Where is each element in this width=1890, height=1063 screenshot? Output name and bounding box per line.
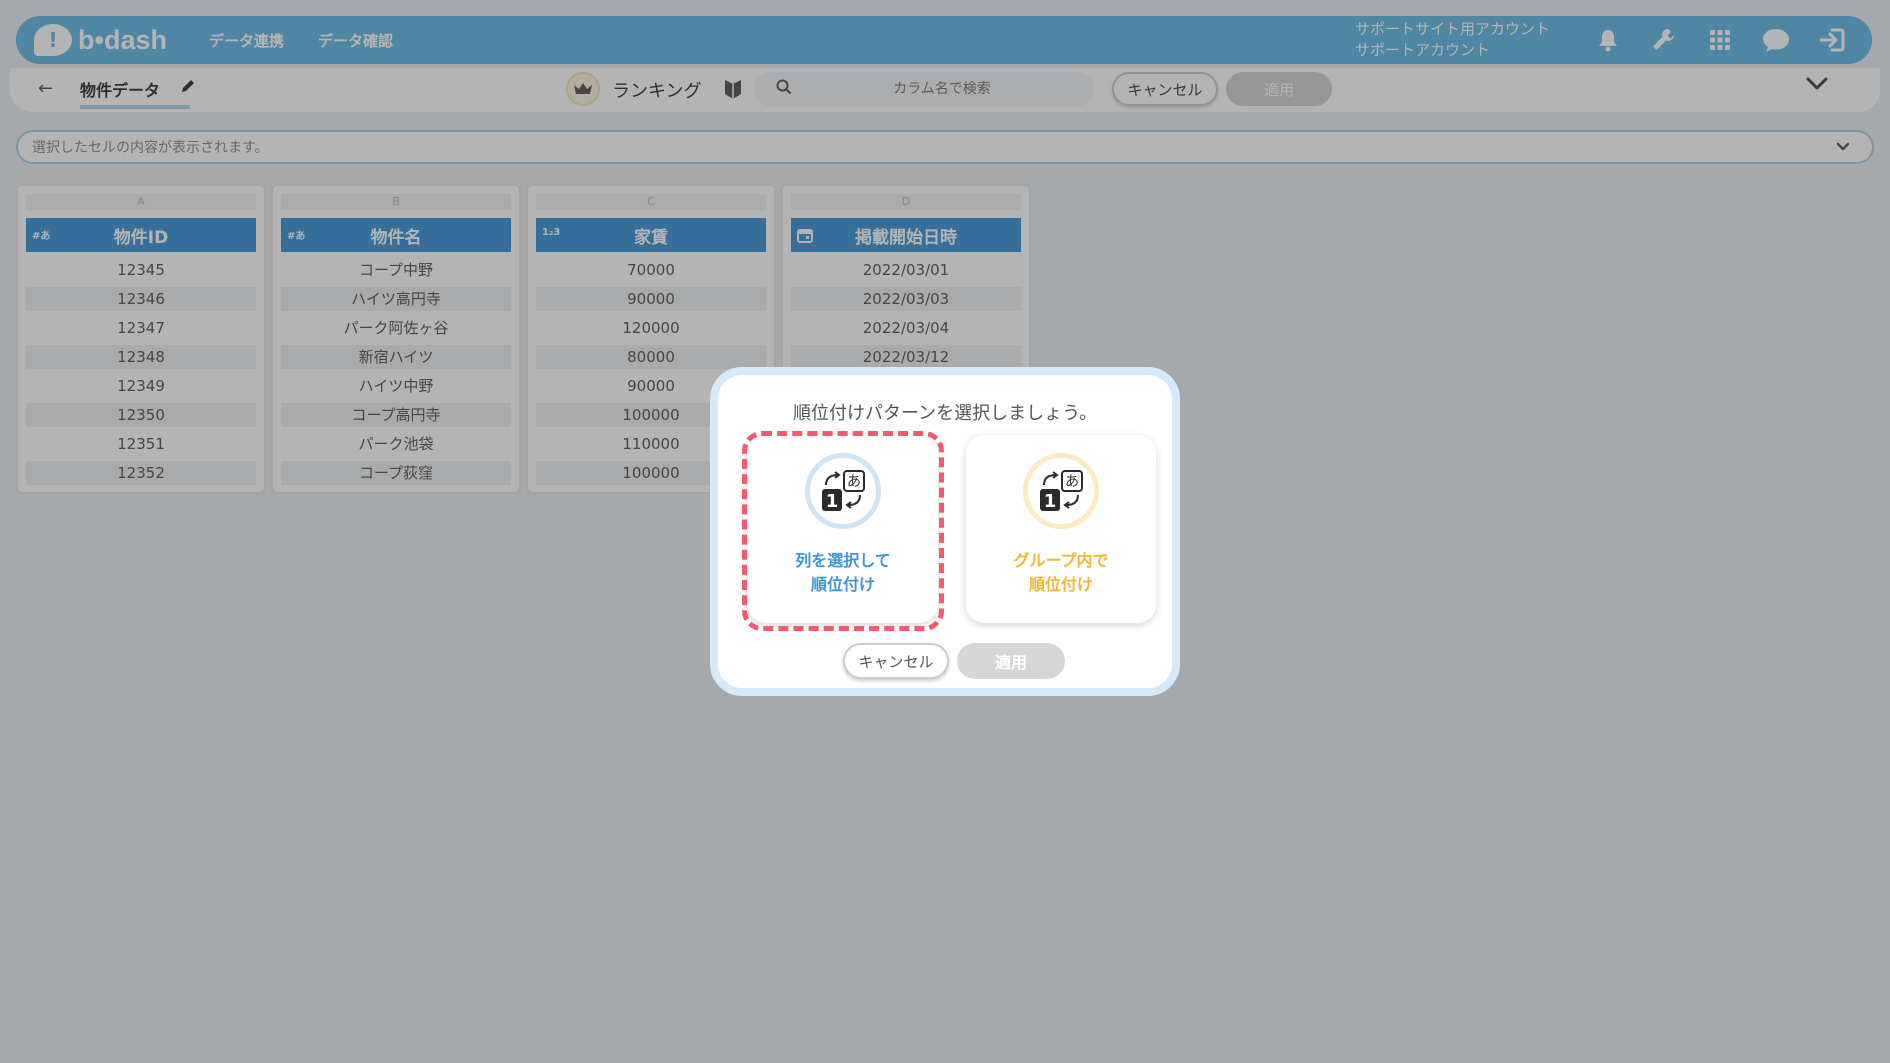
option-rank-within-group[interactable]: 1 あ グループ内で 順位付け xyxy=(966,435,1156,623)
option-label-line1: グループ内で xyxy=(1013,551,1109,570)
option-label-line2: 順位付け xyxy=(1028,575,1093,594)
selection-highlight-outline xyxy=(742,431,944,631)
app-root: ! b•dash データ連携 データ確認 サポートサイト用アカウント サポートア… xyxy=(0,0,1890,1063)
modal-title: 順位付けパターンを選択しましょう。 xyxy=(792,403,1098,424)
ranking-sort-icon: 1 あ xyxy=(1023,453,1099,529)
ranking-pattern-modal: 順位付けパターンを選択しましょう。 1 あ 列を選択して 順位付け 1 あ グル… xyxy=(710,367,1180,696)
modal-apply-button[interactable]: 適用 xyxy=(957,643,1065,679)
modal-cancel-button[interactable]: キャンセル xyxy=(843,643,949,679)
svg-text:1: 1 xyxy=(1044,491,1057,512)
svg-text:あ: あ xyxy=(1065,474,1079,490)
option-label: グループ内で 順位付け xyxy=(966,549,1156,597)
